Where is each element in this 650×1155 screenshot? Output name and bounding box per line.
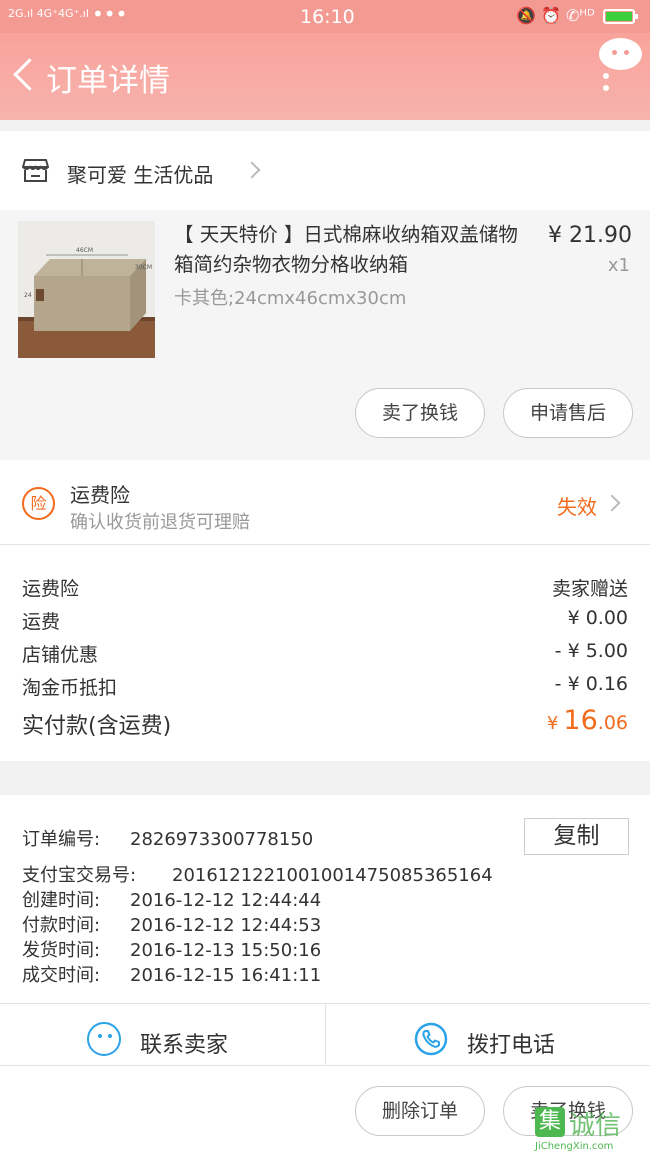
- status-bar: 2G.ıl 4G⁺4G⁺.ıl ••• 16:10 🔕 ⏰ ✆ᴴᴰ: [0, 0, 650, 33]
- alipay-number: 2016121221001001475085365164: [172, 865, 493, 886]
- shipped-time-label: 发货时间:: [22, 940, 101, 961]
- fee-value: - ¥ 5.00: [554, 640, 628, 662]
- phone-icon: [414, 1022, 448, 1056]
- watermark-url: JiChengXin.com: [535, 1141, 614, 1152]
- thumb-height-label: 24: [24, 292, 32, 299]
- created-time: 2016-12-12 12:44:44: [130, 890, 322, 911]
- order-number: 2826973300778150: [130, 829, 314, 850]
- message-bubble-icon[interactable]: [599, 38, 642, 70]
- chevron-right-icon: [243, 161, 261, 179]
- after-sale-button[interactable]: 申请售后: [503, 388, 633, 438]
- total-label: 实付款(含运费): [22, 714, 172, 739]
- fee-value: 卖家赠送: [551, 578, 628, 600]
- more-menu-icon[interactable]: [603, 73, 609, 97]
- completed-time-row: 成交时间: 2016-12-15 16:41:11: [22, 961, 321, 987]
- product-price: ¥ 21.90: [548, 223, 632, 248]
- chevron-right-icon: [603, 494, 621, 512]
- page-title: 订单详情: [46, 63, 170, 99]
- alipay-number-label: 支付宝交易号:: [22, 865, 137, 886]
- nav-bar: 订单详情: [0, 33, 650, 120]
- order-number-label: 订单编号:: [22, 829, 101, 850]
- fee-label: 淘金币抵扣: [22, 677, 118, 699]
- back-arrow-icon[interactable]: [10, 55, 40, 95]
- watermark-text: 诚信: [569, 1111, 622, 1141]
- delete-order-button[interactable]: 删除订单: [355, 1086, 485, 1136]
- chat-icon: [87, 1022, 121, 1056]
- total-currency: ¥: [546, 713, 559, 734]
- shipping-insurance-row[interactable]: 险 运费险 确认收货前退货可理赔 失效: [0, 460, 650, 545]
- shop-row[interactable]: 聚可爱 生活优品: [0, 131, 650, 210]
- order-number-row: 订单编号: 2826973300778150: [22, 825, 313, 851]
- paid-time-row: 付款时间: 2016-12-12 12:44:53: [22, 911, 321, 937]
- signal-indicator: 2G.ıl 4G⁺4G⁺.ıl: [8, 7, 89, 20]
- product-title: 【 天天特价 】日式棉麻收纳箱双盖储物箱简约杂物衣物分格收纳箱: [174, 223, 518, 276]
- completed-time-label: 成交时间:: [22, 965, 101, 986]
- product-thumbnail: 46CM 30CM 24: [18, 221, 155, 358]
- thumb-depth-label: 30CM: [135, 264, 152, 271]
- call-phone-label: 拨打电话: [467, 1033, 556, 1058]
- paid-time: 2016-12-12 12:44:53: [130, 915, 322, 936]
- completed-time: 2016-12-15 16:41:11: [130, 965, 322, 986]
- shipped-time-row: 发货时间: 2016-12-13 15:50:16: [22, 936, 321, 962]
- thumb-width-label: 46CM: [76, 247, 93, 254]
- product-sku: 卡其色;24cmx46cmx30cm: [174, 288, 407, 309]
- fee-value: ¥ 0.00: [567, 607, 628, 629]
- contact-seller-label: 联系卖家: [140, 1033, 229, 1058]
- insurance-subtitle: 确认收货前退货可理赔: [70, 512, 250, 533]
- watermark-logo: 集 诚信 JiChengXin.com: [533, 1105, 650, 1155]
- fee-row: 淘金币抵扣 - ¥ 0.16: [22, 673, 628, 703]
- insurance-icon: 险: [22, 487, 55, 520]
- system-icons: 🔕 ⏰ ✆ᴴᴰ: [516, 6, 595, 25]
- product-item[interactable]: 46CM 30CM 24 【 天天特价 】日式棉麻收纳箱双盖储物箱简约杂物衣物分…: [0, 210, 650, 460]
- fee-label: 运费险: [22, 578, 80, 600]
- call-phone-button[interactable]: 拨打电话: [325, 1004, 650, 1065]
- created-time-row: 创建时间: 2016-12-12 12:44:44: [22, 886, 321, 912]
- fee-label: 店铺优惠: [22, 644, 99, 666]
- created-time-label: 创建时间:: [22, 890, 101, 911]
- paid-time-label: 付款时间:: [22, 915, 101, 936]
- contact-seller-button[interactable]: 联系卖家: [0, 1004, 325, 1065]
- fee-row: 店铺优惠 - ¥ 5.00: [22, 640, 628, 670]
- fee-summary: 运费险 卖家赠送 运费 ¥ 0.00 店铺优惠 - ¥ 5.00 淘金币抵扣 -…: [0, 545, 650, 761]
- shipped-time: 2016-12-13 15:50:16: [130, 940, 322, 961]
- watermark-mark: 集: [535, 1107, 565, 1137]
- notification-dots: •••: [92, 2, 128, 26]
- status-time: 16:10: [300, 6, 355, 28]
- sell-for-cash-button[interactable]: 卖了换钱: [355, 388, 485, 438]
- total-amount: ¥ 16.06: [547, 705, 628, 736]
- product-quantity: x1: [607, 255, 630, 276]
- fee-value: - ¥ 0.16: [554, 673, 628, 695]
- store-icon: [22, 159, 49, 182]
- alipay-number-row: 支付宝交易号: 2016121221001001475085365164: [22, 861, 493, 887]
- battery-icon: [603, 9, 638, 24]
- fee-label: 运费: [22, 611, 61, 633]
- fee-row: 运费险 卖家赠送: [22, 574, 628, 604]
- order-info: 订单编号: 2826973300778150 复制 支付宝交易号: 20161212…: [0, 795, 650, 1065]
- total-integer: 16: [563, 705, 598, 736]
- insurance-title: 运费险: [70, 483, 130, 507]
- shop-name: 聚可爱 生活优品: [67, 163, 214, 187]
- fee-row: 运费 ¥ 0.00: [22, 607, 628, 637]
- insurance-status: 失效: [557, 495, 597, 519]
- total-decimal: .06: [597, 712, 628, 734]
- copy-button[interactable]: 复制: [524, 818, 629, 855]
